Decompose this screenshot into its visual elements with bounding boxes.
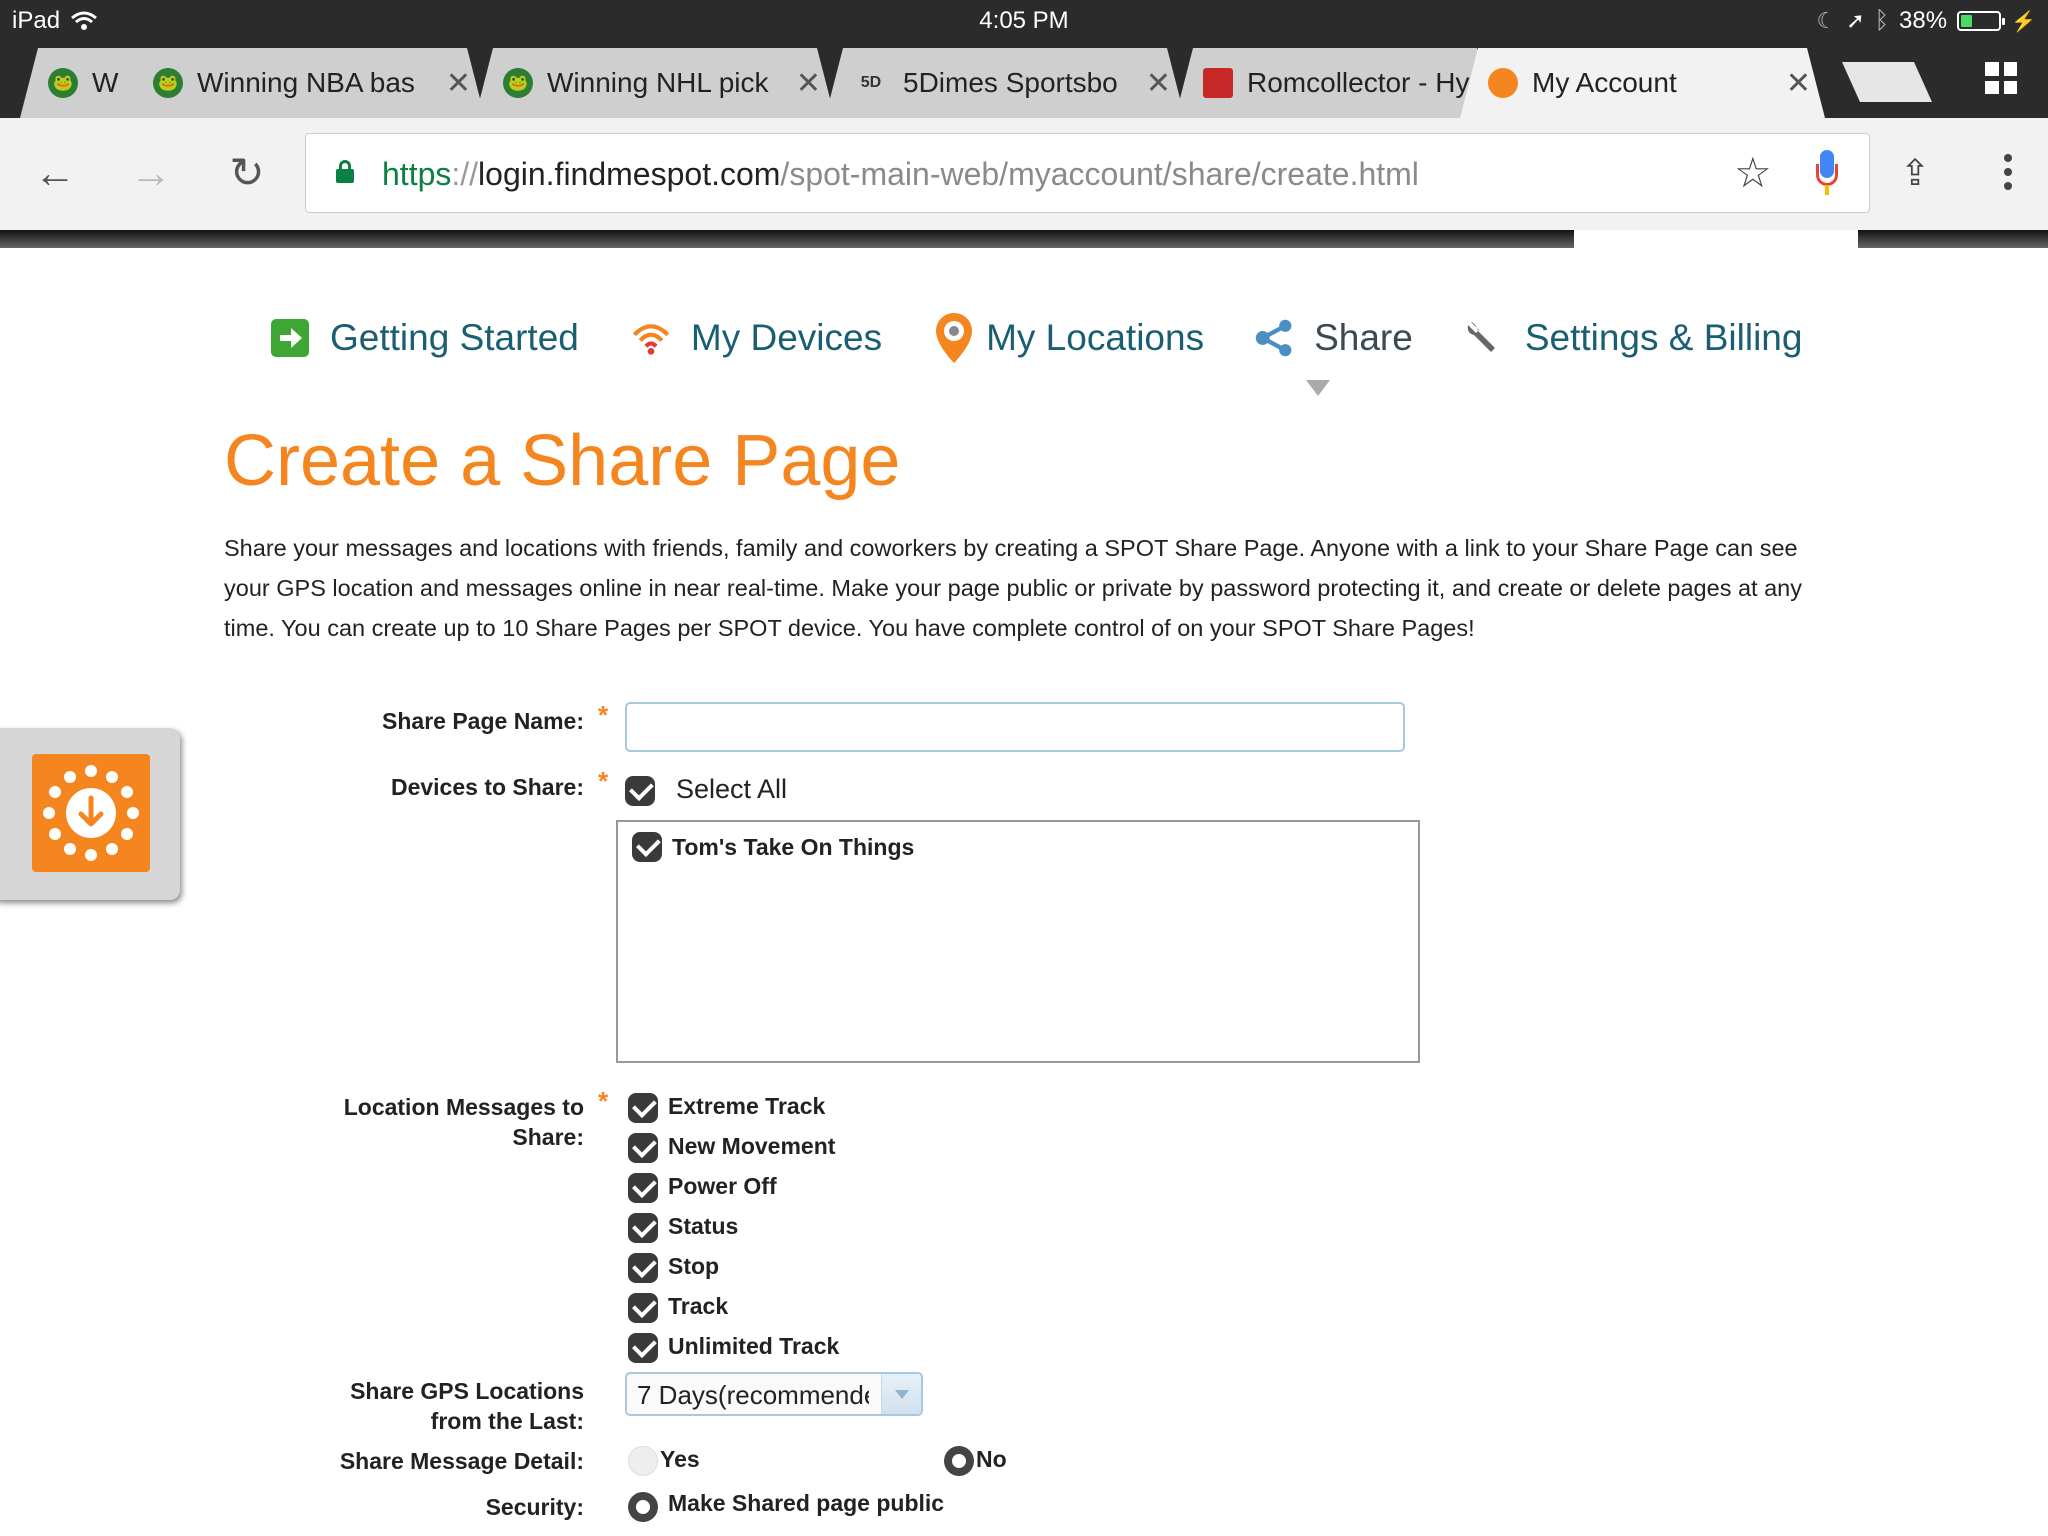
reload-icon[interactable]: ↻ (222, 148, 272, 198)
security-label: Security: (485, 1494, 584, 1520)
share-page-name-input[interactable] (625, 702, 1405, 752)
new-tab-button[interactable] (1842, 62, 1932, 102)
share-nodes-icon (1254, 318, 1294, 358)
status-checkbox[interactable] (628, 1213, 658, 1243)
nav-share[interactable]: Share (1254, 317, 1413, 359)
charging-bolt-icon: ⚡ (2011, 10, 2036, 33)
bookmark-star-icon[interactable]: ☆ (1734, 148, 1772, 197)
wifi-signal-icon (631, 318, 671, 358)
frog-logo-icon: 🐸 (48, 68, 78, 98)
share-page-name-label: Share Page Name: (382, 708, 584, 734)
share-message-detail-label: Share Message Detail: (339, 1448, 584, 1474)
stop-checkbox[interactable] (628, 1253, 658, 1283)
security-public-label: Make Shared page public (668, 1490, 945, 1516)
battery-icon (1957, 11, 2006, 31)
address-bar[interactable]: https://login.findmespot.com/spot-main-w… (305, 133, 1870, 213)
frog-logo-icon: 🐸 (153, 68, 183, 98)
bluetooth-icon: ᛒ (1874, 7, 1890, 34)
new-movement-checkbox[interactable] (628, 1133, 658, 1163)
gps-duration-value: 7 Days(recommended) (637, 1380, 869, 1410)
forward-arrow-icon[interactable]: → (126, 148, 176, 198)
tab-switcher-icon[interactable] (1985, 62, 2017, 94)
unlimited-track-checkbox[interactable] (628, 1333, 658, 1363)
nav-settings-billing[interactable]: Settings & Billing (1465, 317, 1802, 359)
location-arrow-icon: ➚ (1846, 8, 1865, 33)
tab-romcollector[interactable]: Romcollector - Hy (1175, 48, 1495, 118)
tab-5dimes[interactable]: 5D 5Dimes Sportsbo ✕ (825, 48, 1185, 118)
clock: 4:05 PM (979, 7, 1069, 34)
devices-to-share-label: Devices to Share: (390, 774, 584, 800)
extreme-track-label: Extreme Track (668, 1093, 826, 1119)
message-detail-yes-label: Yes (660, 1446, 700, 1472)
close-tab-icon[interactable]: ✕ (446, 66, 471, 101)
battery-percent: 38% (1899, 7, 1948, 34)
extreme-track-checkbox[interactable] (628, 1093, 658, 1123)
message-detail-no-label: No (976, 1446, 1007, 1472)
device-label: Tom's Take On Things (672, 834, 915, 860)
power-off-label: Power Off (668, 1173, 777, 1199)
page-intro: Share your messages and locations with f… (224, 535, 1802, 641)
required-asterisk: * (598, 1086, 609, 1116)
share-sheet-icon[interactable]: ⇪ (1900, 152, 1930, 194)
close-tab-icon[interactable]: ✕ (1786, 66, 1811, 101)
tab-my-account[interactable]: My Account ✕ (1460, 48, 1825, 118)
download-icon (32, 754, 150, 872)
message-detail-yes-radio[interactable] (628, 1446, 658, 1476)
status-label: Status (668, 1213, 739, 1239)
active-nav-indicator (1306, 380, 1330, 396)
select-all-label: Select All (676, 774, 788, 804)
tab-strip: 🐸 W 🐸 Winning NBA bas ✕ 🐸 Winning NHL pi… (0, 40, 2048, 118)
green-arrow-icon (270, 318, 310, 358)
secure-lock-icon (336, 160, 354, 184)
browser-toolbar: ← → ↻ https://login.findmespot.com/spot-… (0, 118, 2048, 230)
ios-status-bar: iPad 4:05 PM ☾ ➚ ᛒ 38% ⚡ (0, 0, 2048, 40)
tab-winning-nba[interactable]: 🐸 Winning NBA bas ✕ (125, 48, 485, 118)
close-tab-icon[interactable]: ✕ (1146, 66, 1171, 101)
message-detail-no-radio[interactable] (944, 1446, 974, 1476)
tab-winning-nhl[interactable]: 🐸 Winning NHL pick ✕ (475, 48, 835, 118)
required-asterisk: * (598, 700, 609, 730)
back-arrow-icon[interactable]: ← (30, 148, 80, 198)
select-all-checkbox[interactable] (625, 776, 655, 806)
overflow-menu-icon[interactable] (1990, 154, 2026, 194)
site-nav: Getting Started My Devices My Locations … (270, 308, 1854, 368)
nav-my-locations[interactable]: My Locations (934, 313, 1204, 363)
stop-label: Stop (668, 1253, 720, 1279)
chevron-down-icon (881, 1374, 921, 1414)
page-title: Create a Share Page (224, 421, 901, 501)
wrench-icon (1465, 318, 1505, 358)
nav-my-devices[interactable]: My Devices (631, 317, 882, 359)
moon-icon: ☾ (1816, 8, 1837, 33)
page-header-strip (0, 230, 2048, 248)
download-widget[interactable] (0, 728, 180, 900)
voice-search-mic-icon[interactable] (1816, 150, 1838, 196)
5d-logo-icon: 5D (860, 74, 882, 91)
new-movement-label: New Movement (668, 1133, 836, 1159)
spot-logo-icon (1488, 68, 1518, 98)
device-checkbox[interactable] (632, 832, 662, 862)
unlimited-track-label: Unlimited Track (668, 1333, 840, 1359)
nav-getting-started[interactable]: Getting Started (270, 317, 579, 359)
track-checkbox[interactable] (628, 1293, 658, 1323)
device-list[interactable]: Tom's Take On Things (616, 820, 1420, 1063)
gps-duration-select[interactable]: 7 Days(recommended) (625, 1372, 923, 1416)
url-text[interactable]: https://login.findmespot.com/spot-main-w… (382, 156, 1419, 193)
required-asterisk: * (598, 766, 609, 796)
location-messages-label: Location Messages to Share: (343, 1094, 584, 1150)
close-tab-icon[interactable]: ✕ (796, 66, 821, 101)
romcollector-icon (1203, 68, 1233, 98)
frog-logo-icon: 🐸 (503, 68, 533, 98)
share-gps-label: Share GPS Locations from the Last: (350, 1378, 584, 1434)
security-public-radio[interactable] (628, 1492, 658, 1522)
power-off-checkbox[interactable] (628, 1173, 658, 1203)
track-label: Track (668, 1293, 729, 1319)
map-pin-icon (934, 313, 974, 363)
